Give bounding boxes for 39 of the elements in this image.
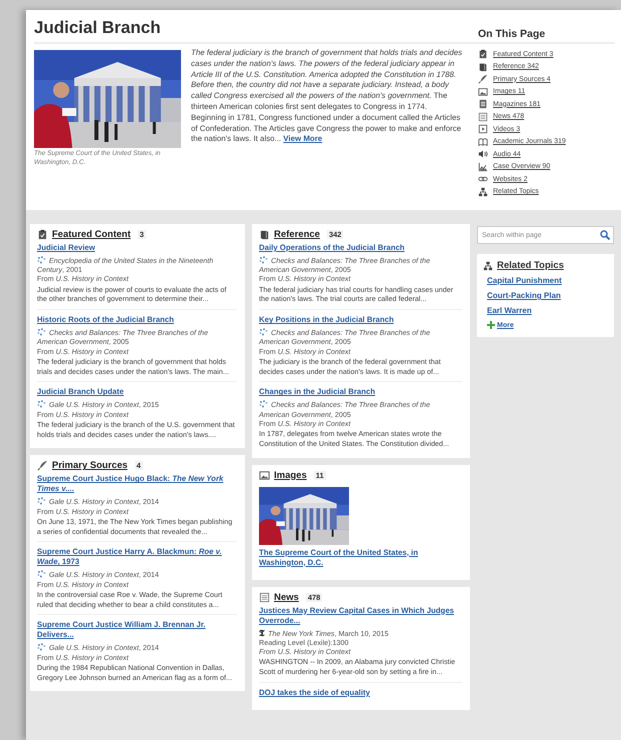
topic-link[interactable]: Earl Warren xyxy=(487,306,608,315)
image-icon xyxy=(259,470,270,481)
open-book-icon xyxy=(478,136,488,147)
image-icon xyxy=(478,86,488,97)
topic-link[interactable]: Court-Packing Plan xyxy=(487,291,608,300)
section-heading: On This Page xyxy=(478,28,615,44)
quill-icon xyxy=(37,460,48,472)
section-heading[interactable]: Primary Sources xyxy=(52,460,128,472)
book-icon xyxy=(259,229,270,240)
book-icon xyxy=(478,62,488,72)
source-icon xyxy=(37,328,46,336)
search-icon[interactable] xyxy=(600,230,610,240)
magazine-icon xyxy=(478,99,488,110)
section-heading[interactable]: Related Topics xyxy=(497,260,564,271)
source-icon xyxy=(37,643,46,652)
video-icon xyxy=(478,124,488,134)
clipboard-icon xyxy=(478,49,488,60)
speaker-icon xyxy=(478,149,488,160)
newspaper-icon xyxy=(259,592,270,603)
clipboard-icon xyxy=(37,229,48,240)
hierarchy-icon xyxy=(483,260,493,270)
source-icon xyxy=(259,400,268,408)
chart-icon xyxy=(478,162,488,172)
section-heading[interactable]: Reference xyxy=(274,229,320,240)
newspaper-icon xyxy=(478,112,488,122)
quill-icon xyxy=(478,74,488,84)
publisher-mark: 𝕿 xyxy=(259,628,265,638)
plus-icon xyxy=(487,321,495,329)
source-icon xyxy=(37,497,46,506)
section-heading[interactable]: Images xyxy=(274,470,307,481)
topic-link[interactable]: Capital Punishment xyxy=(487,276,608,285)
section-heading[interactable]: News xyxy=(274,592,299,603)
source-icon xyxy=(37,256,46,264)
source-icon xyxy=(259,328,268,336)
source-icon xyxy=(37,400,46,408)
section-heading[interactable]: Featured Content xyxy=(52,229,131,240)
hierarchy-icon xyxy=(478,186,488,197)
source-icon xyxy=(259,256,268,264)
source-icon xyxy=(37,570,46,578)
